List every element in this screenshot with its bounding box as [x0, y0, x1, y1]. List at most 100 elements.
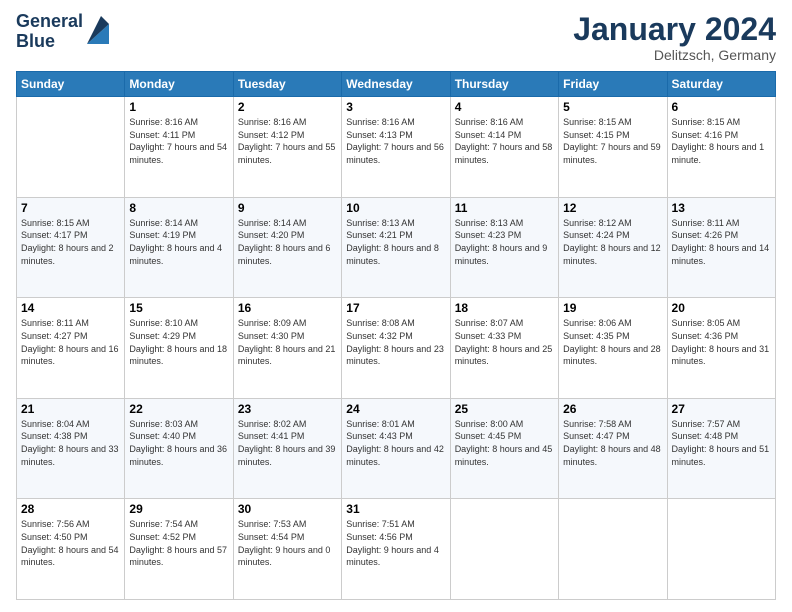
calendar-week-row: 28 Sunrise: 7:56 AM Sunset: 4:50 PM Dayl…	[17, 499, 776, 600]
sunset-text: Sunset: 4:21 PM	[346, 229, 445, 242]
table-row: 9 Sunrise: 8:14 AM Sunset: 4:20 PM Dayli…	[233, 197, 341, 298]
table-row: 11 Sunrise: 8:13 AM Sunset: 4:23 PM Dayl…	[450, 197, 558, 298]
table-row: 6 Sunrise: 8:15 AM Sunset: 4:16 PM Dayli…	[667, 97, 775, 198]
daylight-text: Daylight: 8 hours and 28 minutes.	[563, 343, 662, 368]
sunset-text: Sunset: 4:54 PM	[238, 531, 337, 544]
sunset-text: Sunset: 4:33 PM	[455, 330, 554, 343]
sunrise-text: Sunrise: 8:15 AM	[563, 116, 662, 129]
daylight-text: Daylight: 8 hours and 21 minutes.	[238, 343, 337, 368]
sunrise-text: Sunrise: 8:01 AM	[346, 418, 445, 431]
day-number: 23	[238, 402, 337, 416]
sunset-text: Sunset: 4:38 PM	[21, 430, 120, 443]
table-row: 2 Sunrise: 8:16 AM Sunset: 4:12 PM Dayli…	[233, 97, 341, 198]
table-row: 27 Sunrise: 7:57 AM Sunset: 4:48 PM Dayl…	[667, 398, 775, 499]
logo-icon	[87, 16, 109, 44]
day-number: 14	[21, 301, 120, 315]
day-info: Sunrise: 7:53 AM Sunset: 4:54 PM Dayligh…	[238, 518, 337, 568]
daylight-text: Daylight: 7 hours and 54 minutes.	[129, 141, 228, 166]
daylight-text: Daylight: 8 hours and 57 minutes.	[129, 544, 228, 569]
sunrise-text: Sunrise: 8:08 AM	[346, 317, 445, 330]
logo: GeneralBlue	[16, 12, 109, 52]
day-number: 21	[21, 402, 120, 416]
daylight-text: Daylight: 8 hours and 31 minutes.	[672, 343, 771, 368]
table-row: 25 Sunrise: 8:00 AM Sunset: 4:45 PM Dayl…	[450, 398, 558, 499]
day-info: Sunrise: 7:54 AM Sunset: 4:52 PM Dayligh…	[129, 518, 228, 568]
sunrise-text: Sunrise: 7:51 AM	[346, 518, 445, 531]
day-number: 6	[672, 100, 771, 114]
day-info: Sunrise: 7:51 AM Sunset: 4:56 PM Dayligh…	[346, 518, 445, 568]
day-number: 31	[346, 502, 445, 516]
sunset-text: Sunset: 4:26 PM	[672, 229, 771, 242]
day-info: Sunrise: 8:10 AM Sunset: 4:29 PM Dayligh…	[129, 317, 228, 367]
day-info: Sunrise: 8:02 AM Sunset: 4:41 PM Dayligh…	[238, 418, 337, 468]
sunset-text: Sunset: 4:12 PM	[238, 129, 337, 142]
sunset-text: Sunset: 4:23 PM	[455, 229, 554, 242]
sunset-text: Sunset: 4:29 PM	[129, 330, 228, 343]
table-row: 12 Sunrise: 8:12 AM Sunset: 4:24 PM Dayl…	[559, 197, 667, 298]
table-row: 1 Sunrise: 8:16 AM Sunset: 4:11 PM Dayli…	[125, 97, 233, 198]
sunset-text: Sunset: 4:41 PM	[238, 430, 337, 443]
sunrise-text: Sunrise: 8:14 AM	[129, 217, 228, 230]
sunset-text: Sunset: 4:30 PM	[238, 330, 337, 343]
day-info: Sunrise: 8:09 AM Sunset: 4:30 PM Dayligh…	[238, 317, 337, 367]
day-number: 15	[129, 301, 228, 315]
sunset-text: Sunset: 4:43 PM	[346, 430, 445, 443]
table-row: 22 Sunrise: 8:03 AM Sunset: 4:40 PM Dayl…	[125, 398, 233, 499]
daylight-text: Daylight: 8 hours and 14 minutes.	[672, 242, 771, 267]
daylight-text: Daylight: 8 hours and 23 minutes.	[346, 343, 445, 368]
table-row: 30 Sunrise: 7:53 AM Sunset: 4:54 PM Dayl…	[233, 499, 341, 600]
daylight-text: Daylight: 9 hours and 0 minutes.	[238, 544, 337, 569]
col-tuesday: Tuesday	[233, 72, 341, 97]
sunset-text: Sunset: 4:24 PM	[563, 229, 662, 242]
sunrise-text: Sunrise: 8:16 AM	[455, 116, 554, 129]
sunset-text: Sunset: 4:48 PM	[672, 430, 771, 443]
header: GeneralBlue January 2024 Delitzsch, Germ…	[16, 12, 776, 63]
sunrise-text: Sunrise: 8:02 AM	[238, 418, 337, 431]
table-row: 5 Sunrise: 8:15 AM Sunset: 4:15 PM Dayli…	[559, 97, 667, 198]
sunset-text: Sunset: 4:20 PM	[238, 229, 337, 242]
daylight-text: Daylight: 7 hours and 55 minutes.	[238, 141, 337, 166]
day-info: Sunrise: 8:11 AM Sunset: 4:27 PM Dayligh…	[21, 317, 120, 367]
day-info: Sunrise: 8:08 AM Sunset: 4:32 PM Dayligh…	[346, 317, 445, 367]
table-row: 28 Sunrise: 7:56 AM Sunset: 4:50 PM Dayl…	[17, 499, 125, 600]
daylight-text: Daylight: 8 hours and 45 minutes.	[455, 443, 554, 468]
daylight-text: Daylight: 8 hours and 9 minutes.	[455, 242, 554, 267]
sunset-text: Sunset: 4:27 PM	[21, 330, 120, 343]
sunset-text: Sunset: 4:45 PM	[455, 430, 554, 443]
day-info: Sunrise: 8:16 AM Sunset: 4:13 PM Dayligh…	[346, 116, 445, 166]
daylight-text: Daylight: 7 hours and 59 minutes.	[563, 141, 662, 166]
logo-text-block: GeneralBlue	[16, 12, 109, 52]
sunrise-text: Sunrise: 8:04 AM	[21, 418, 120, 431]
table-row: 31 Sunrise: 7:51 AM Sunset: 4:56 PM Dayl…	[342, 499, 450, 600]
daylight-text: Daylight: 8 hours and 6 minutes.	[238, 242, 337, 267]
day-number: 19	[563, 301, 662, 315]
table-row	[17, 97, 125, 198]
sunset-text: Sunset: 4:17 PM	[21, 229, 120, 242]
day-info: Sunrise: 8:00 AM Sunset: 4:45 PM Dayligh…	[455, 418, 554, 468]
sunset-text: Sunset: 4:36 PM	[672, 330, 771, 343]
page: GeneralBlue January 2024 Delitzsch, Germ…	[0, 0, 792, 612]
daylight-text: Daylight: 8 hours and 1 minute.	[672, 141, 771, 166]
daylight-text: Daylight: 8 hours and 51 minutes.	[672, 443, 771, 468]
sunrise-text: Sunrise: 8:13 AM	[346, 217, 445, 230]
table-row: 23 Sunrise: 8:02 AM Sunset: 4:41 PM Dayl…	[233, 398, 341, 499]
col-thursday: Thursday	[450, 72, 558, 97]
day-info: Sunrise: 8:13 AM Sunset: 4:21 PM Dayligh…	[346, 217, 445, 267]
day-number: 20	[672, 301, 771, 315]
daylight-text: Daylight: 8 hours and 36 minutes.	[129, 443, 228, 468]
sunrise-text: Sunrise: 8:11 AM	[21, 317, 120, 330]
daylight-text: Daylight: 7 hours and 56 minutes.	[346, 141, 445, 166]
day-info: Sunrise: 8:13 AM Sunset: 4:23 PM Dayligh…	[455, 217, 554, 267]
table-row: 21 Sunrise: 8:04 AM Sunset: 4:38 PM Dayl…	[17, 398, 125, 499]
sunset-text: Sunset: 4:16 PM	[672, 129, 771, 142]
sunset-text: Sunset: 4:14 PM	[455, 129, 554, 142]
table-row: 18 Sunrise: 8:07 AM Sunset: 4:33 PM Dayl…	[450, 298, 558, 399]
table-row: 26 Sunrise: 7:58 AM Sunset: 4:47 PM Dayl…	[559, 398, 667, 499]
table-row: 8 Sunrise: 8:14 AM Sunset: 4:19 PM Dayli…	[125, 197, 233, 298]
day-info: Sunrise: 8:16 AM Sunset: 4:14 PM Dayligh…	[455, 116, 554, 166]
day-info: Sunrise: 8:16 AM Sunset: 4:11 PM Dayligh…	[129, 116, 228, 166]
day-number: 7	[21, 201, 120, 215]
day-number: 8	[129, 201, 228, 215]
table-row	[667, 499, 775, 600]
day-number: 5	[563, 100, 662, 114]
